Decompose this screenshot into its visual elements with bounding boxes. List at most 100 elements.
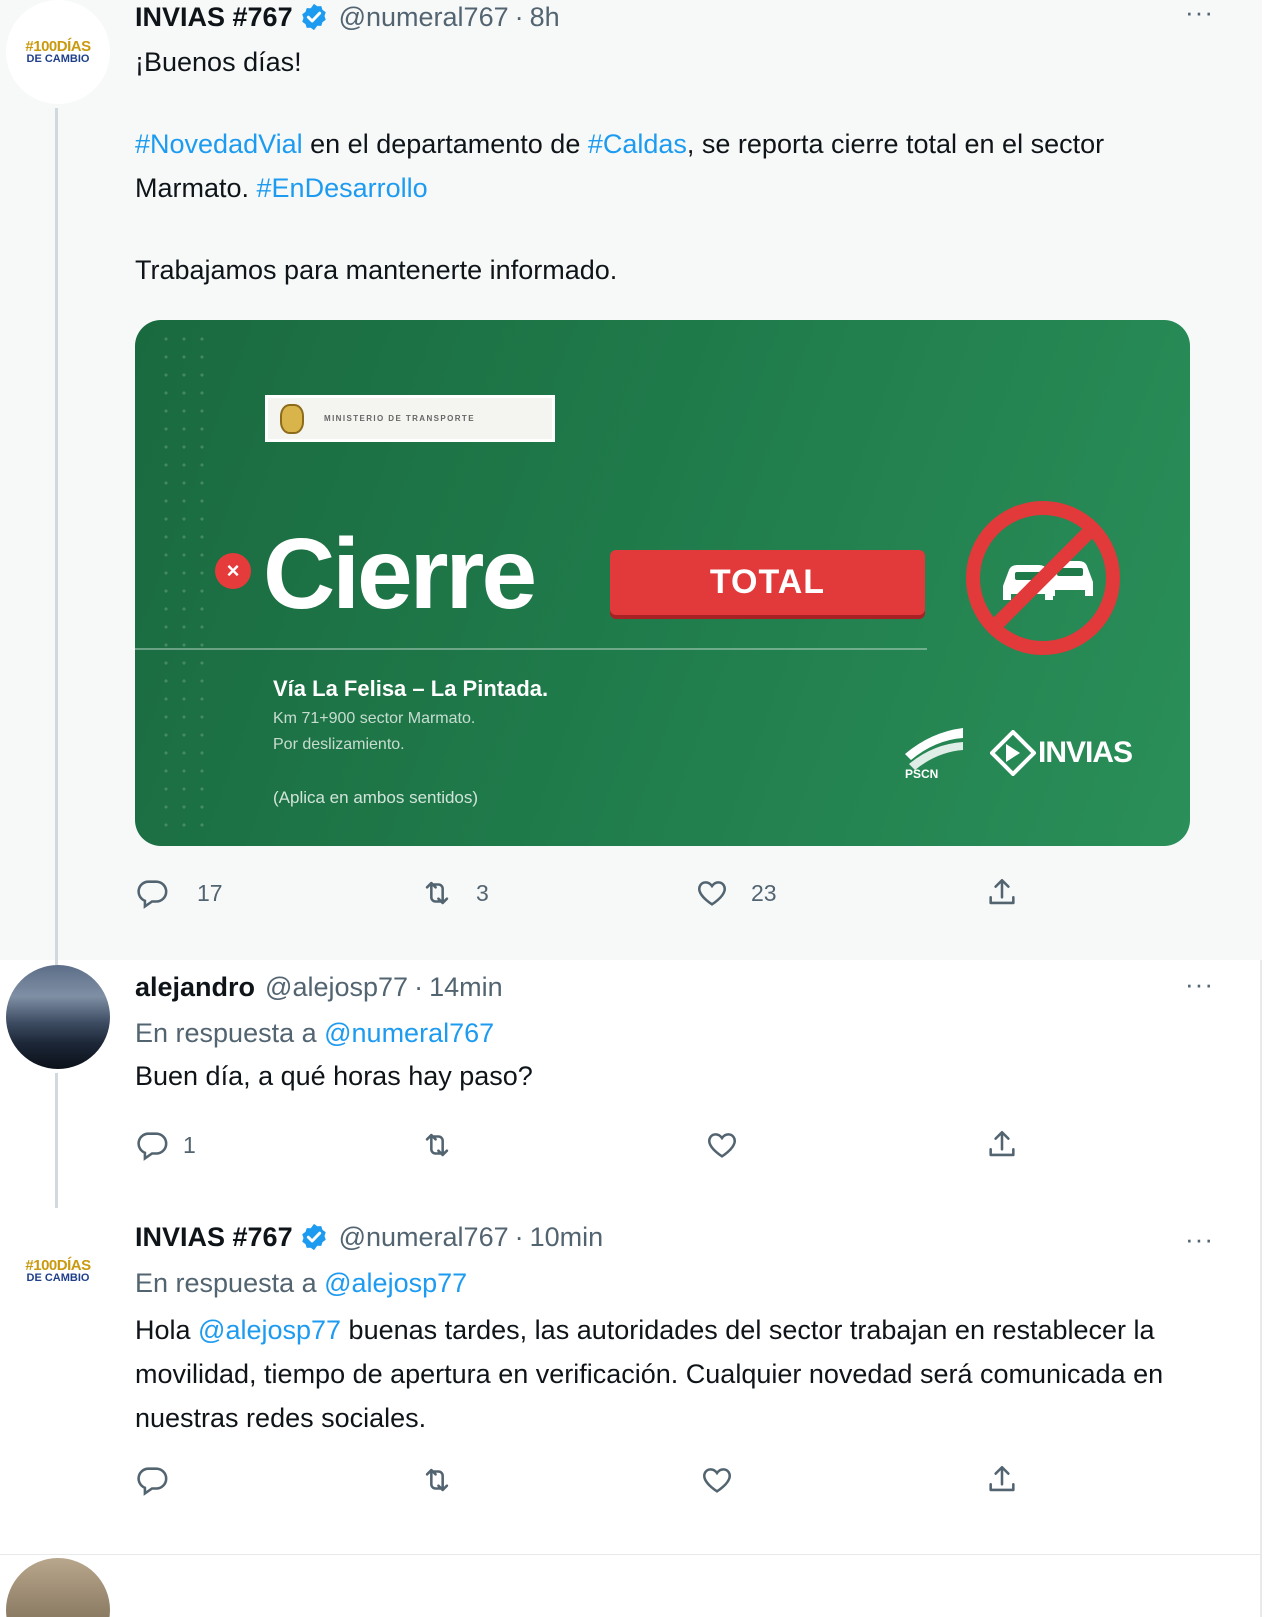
author-handle[interactable]: @alejosp77: [265, 972, 408, 1003]
hashtag-link[interactable]: #EnDesarrollo: [257, 173, 428, 203]
invias-logo: INVIAS: [990, 724, 1133, 782]
tweet-text-greeting: ¡Buenos días!: [135, 47, 302, 77]
tweet-main[interactable]: #100DÍAS DE CAMBIO INVIAS #767 @numeral7…: [0, 0, 1262, 960]
share-button[interactable]: [985, 876, 1019, 910]
invias-label: INVIAS: [1038, 736, 1133, 769]
media-note: (Aplica en ambos sentidos): [273, 788, 479, 807]
mention-link[interactable]: @alejosp77: [198, 1315, 341, 1345]
reply-prefix: En respuesta a: [135, 1268, 325, 1298]
reply-prefix: En respuesta a: [135, 1018, 325, 1048]
media-headline: Cierre: [263, 518, 537, 630]
reply-button[interactable]: 1: [135, 1128, 196, 1162]
separator: ·: [514, 1, 524, 32]
thread-line: [55, 108, 58, 960]
retweet-button[interactable]: 3: [420, 876, 489, 910]
like-button[interactable]: 23: [695, 876, 777, 910]
verified-badge-icon: [301, 1223, 326, 1251]
retweet-icon: [425, 1468, 449, 1492]
reply-button[interactable]: 17: [135, 876, 223, 910]
retweet-icon: [425, 1133, 449, 1157]
heart-icon: [698, 881, 726, 906]
heart-icon: [708, 1133, 736, 1158]
avatar[interactable]: #100DÍAS DE CAMBIO: [6, 0, 110, 104]
reply-count: 17: [197, 879, 223, 906]
reply-icon: [137, 1132, 168, 1161]
separator: ·: [414, 971, 424, 1002]
hashtag-link[interactable]: #Caldas: [588, 129, 687, 159]
reply-context: En respuesta a @numeral767: [135, 1018, 494, 1049]
retweet-button[interactable]: [420, 1463, 454, 1497]
tweet-reply[interactable]: alejandro @alejosp77 · 14min En respuest…: [0, 960, 1262, 1215]
tweet-actions: 17 3 23: [135, 876, 1035, 916]
tweet-actions: [135, 1463, 1035, 1503]
tweet-header: alejandro @alejosp77 · 14min: [135, 970, 503, 1004]
close-circle-icon: ×: [215, 553, 251, 589]
media-route: Vía La Felisa – La Pintada.: [273, 676, 549, 701]
timestamp[interactable]: 14min: [429, 972, 503, 1003]
avatar-logo-text: #100DÍAS: [25, 38, 91, 55]
author-name[interactable]: INVIAS #767: [135, 1222, 293, 1253]
retweet-icon: [425, 881, 449, 905]
like-count: 23: [751, 879, 777, 906]
more-options-button[interactable]: ···: [1185, 0, 1214, 25]
verified-badge-icon: [301, 3, 326, 31]
body-text: en el departamento de: [302, 129, 588, 159]
share-icon: [989, 878, 1015, 905]
more-options-button[interactable]: ···: [1185, 971, 1214, 997]
reply-icon: [137, 1467, 168, 1496]
avatar-logo-text: #100DÍAS: [25, 1257, 91, 1274]
pscn-label: PSCN: [905, 767, 938, 781]
tweet-media-image[interactable]: MINISTERIO DE TRANSPORTE × Cierre TOTAL: [135, 320, 1190, 846]
pscn-logo-icon: PSCN: [905, 728, 963, 781]
more-options-button[interactable]: ···: [1185, 1226, 1214, 1252]
tweet-text: Buen día, a qué horas hay paso?: [135, 1061, 533, 1091]
colombia-seal-icon: [280, 403, 304, 434]
reply-count: 1: [183, 1131, 196, 1158]
thread-line: [55, 1073, 58, 1208]
media-km: Km 71+900 sector Marmato.: [273, 710, 476, 727]
author-handle[interactable]: @numeral767: [339, 2, 509, 33]
tweet-text-closing: Trabajamos para mantenerte informado.: [135, 255, 618, 285]
author-name[interactable]: INVIAS #767: [135, 2, 293, 33]
separator: ·: [514, 1221, 524, 1252]
tweet-actions: 1: [135, 1128, 1035, 1168]
like-button[interactable]: [700, 1463, 734, 1497]
body-text: Hola: [135, 1315, 199, 1345]
retweet-button[interactable]: [420, 1128, 454, 1162]
media-reason: Por deslizamiento.: [273, 736, 405, 753]
heart-icon: [703, 1468, 731, 1493]
avatar[interactable]: [6, 965, 110, 1069]
no-cars-icon: [966, 501, 1120, 655]
tweet-text: Hola @alejosp77 buenas tardes, las autor…: [135, 1308, 1214, 1440]
ministry-banner: MINISTERIO DE TRANSPORTE: [265, 395, 555, 442]
timeline: #100DÍAS DE CAMBIO INVIAS #767 @numeral7…: [0, 0, 1262, 1617]
share-icon: [989, 1130, 1015, 1157]
share-button[interactable]: [985, 1463, 1019, 1497]
share-button[interactable]: [985, 1128, 1019, 1162]
reply-icon: [137, 880, 168, 909]
reply-context: En respuesta a @alejosp77: [135, 1268, 467, 1299]
retweet-count: 3: [476, 879, 489, 906]
reply-to-link[interactable]: @alejosp77: [324, 1268, 467, 1298]
media-dot-pattern: [157, 330, 207, 840]
timestamp[interactable]: 8h: [530, 2, 560, 33]
share-icon: [989, 1465, 1015, 1492]
media-divider: [135, 648, 927, 650]
avatar[interactable]: #100DÍAS DE CAMBIO: [6, 1219, 110, 1323]
ministry-label: MINISTERIO DE TRANSPORTE: [324, 414, 475, 423]
tweet-partial[interactable]: [0, 1558, 1262, 1617]
avatar-logo-subtext: DE CAMBIO: [26, 53, 90, 65]
reply-to-link[interactable]: @numeral767: [324, 1018, 494, 1048]
author-name[interactable]: alejandro: [135, 972, 255, 1003]
author-handle[interactable]: @numeral767: [339, 1222, 509, 1253]
avatar[interactable]: [6, 1558, 110, 1617]
tweet-text-body: #NovedadVial en el departamento de #Cald…: [135, 122, 1214, 210]
reply-button[interactable]: [135, 1463, 169, 1497]
like-button[interactable]: [705, 1128, 739, 1162]
timestamp[interactable]: 10min: [530, 1222, 604, 1253]
invias-diamond-icon: [990, 730, 1036, 776]
tweet-header: INVIAS #767 @numeral767 · 8h: [135, 0, 560, 34]
media-badge: TOTAL: [610, 550, 925, 615]
tweet-reply[interactable]: #100DÍAS DE CAMBIO INVIAS #767 @numeral7…: [0, 1215, 1262, 1555]
hashtag-link[interactable]: #NovedadVial: [135, 129, 303, 159]
